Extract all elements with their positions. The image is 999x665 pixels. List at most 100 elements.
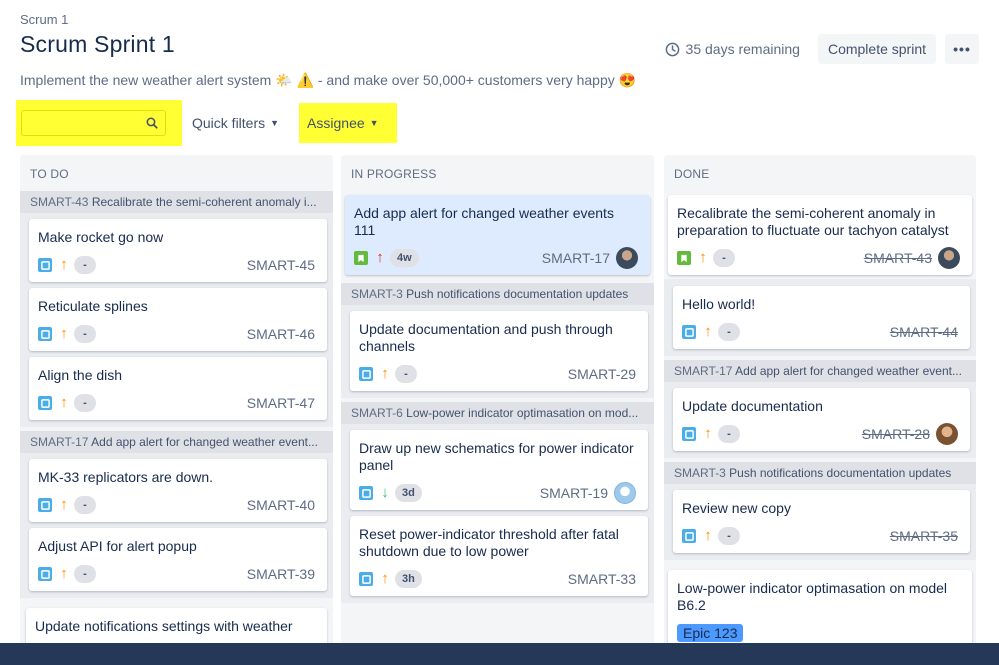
card-title: Review new copy bbox=[682, 500, 791, 516]
parent-issue-title: Low-power indicator optimasation on mod.… bbox=[406, 406, 639, 420]
task-icon bbox=[38, 498, 52, 512]
issue-key[interactable]: SMART-40 bbox=[247, 497, 315, 513]
issue-key[interactable]: SMART-35 bbox=[890, 528, 958, 544]
priority-high-icon: ↑ bbox=[60, 325, 68, 342]
breadcrumb-project[interactable]: Scrum 1 bbox=[20, 12, 979, 27]
card-meta: ↑ - SMART-46 bbox=[38, 325, 315, 343]
parent-issue-header[interactable]: SMART-3 Push notifications documentation… bbox=[341, 283, 654, 305]
issue-card[interactable]: Draw up new schematics for power indicat… bbox=[350, 430, 648, 510]
search-icon bbox=[146, 117, 158, 129]
swimlane-group: SMART-3 Push notifications documentation… bbox=[664, 462, 976, 560]
assignee-label: Assignee bbox=[307, 115, 365, 131]
card-meta: ↑ - SMART-29 bbox=[359, 365, 636, 383]
swimlane-group: SMART-17 Add app alert for changed weath… bbox=[20, 431, 333, 598]
estimate-badge: - bbox=[718, 527, 740, 545]
card-meta: ↑ - SMART-40 bbox=[38, 496, 315, 514]
parent-issue-header[interactable]: SMART-3 Push notifications documentation… bbox=[664, 462, 976, 484]
epic-label[interactable]: Epic 123 bbox=[677, 624, 744, 642]
card-title: MK-33 replicators are down. bbox=[38, 469, 214, 485]
card-title: Low-power indicator optimasation on mode… bbox=[677, 580, 948, 613]
issue-card[interactable]: Recalibrate the semi-coherent anomaly in… bbox=[668, 195, 972, 275]
priority-high-icon: ↑ bbox=[60, 394, 68, 411]
issue-key[interactable]: SMART-39 bbox=[247, 566, 315, 582]
estimate-badge: 3h bbox=[395, 570, 422, 588]
task-icon bbox=[682, 427, 696, 441]
card-title: Make rocket go now bbox=[38, 229, 164, 245]
issue-key[interactable]: SMART-46 bbox=[247, 326, 315, 342]
parent-issue-key: SMART-17 bbox=[30, 435, 89, 449]
priority-high-icon: ↑ bbox=[381, 570, 389, 587]
column-header: TO DO bbox=[30, 167, 69, 181]
chevron-down-icon: ▼ bbox=[369, 118, 379, 128]
card-meta: ↑ - SMART-45 bbox=[38, 256, 315, 274]
parent-issue-key: SMART-6 bbox=[351, 406, 403, 420]
issue-card[interactable]: Make rocket go now ↑ - SMART-45 bbox=[29, 219, 327, 282]
assignee-avatar[interactable] bbox=[616, 247, 638, 269]
task-icon bbox=[359, 486, 373, 500]
quick-filters-label: Quick filters bbox=[192, 115, 266, 131]
estimate-badge: - bbox=[74, 256, 96, 274]
issue-card[interactable]: Update documentation ↑ - SMART-28 bbox=[673, 388, 970, 451]
parent-issue-header[interactable]: SMART-43 Recalibrate the semi-coherent a… bbox=[20, 191, 333, 213]
priority-high-icon: ↑ bbox=[704, 527, 712, 544]
days-remaining-text: 35 days remaining bbox=[685, 41, 800, 57]
issue-card[interactable]: Reset power-indicator threshold after fa… bbox=[350, 516, 648, 596]
column-in-progress: IN PROGRESS Add app alert for changed we… bbox=[341, 155, 654, 665]
priority-high-icon: ↑ bbox=[704, 323, 712, 340]
search-input[interactable] bbox=[21, 110, 166, 136]
issue-key[interactable]: SMART-47 bbox=[247, 395, 315, 411]
parent-issue-key: SMART-17 bbox=[674, 364, 733, 378]
issue-card[interactable]: Add app alert for changed weather events… bbox=[345, 195, 650, 275]
priority-high-icon: ↑ bbox=[704, 425, 712, 442]
issue-card[interactable]: Reticulate splines ↑ - SMART-46 bbox=[29, 288, 327, 351]
header-actions: 35 days remaining Complete sprint ••• bbox=[665, 34, 979, 64]
assignee-dropdown[interactable]: Assignee ▼ bbox=[299, 103, 398, 143]
estimate-badge: - bbox=[74, 394, 96, 412]
parent-issue-header[interactable]: SMART-17 Add app alert for changed weath… bbox=[664, 360, 976, 382]
complete-sprint-button[interactable]: Complete sprint bbox=[817, 34, 936, 64]
card-meta: ↑ - SMART-35 bbox=[682, 527, 958, 545]
more-actions-button[interactable]: ••• bbox=[945, 34, 979, 64]
issue-card[interactable]: Adjust API for alert popup ↑ - SMART-39 bbox=[29, 528, 327, 591]
assignee-avatar[interactable] bbox=[936, 423, 958, 445]
issue-key[interactable]: SMART-29 bbox=[568, 366, 636, 382]
task-icon bbox=[682, 529, 696, 543]
swimlane-group: Hello world! ↑ - SMART-44 bbox=[664, 279, 976, 356]
column-todo: TO DO SMART-43 Recalibrate the semi-cohe… bbox=[20, 155, 333, 665]
card-meta: ↑ - SMART-43 bbox=[677, 247, 960, 269]
task-icon bbox=[38, 567, 52, 581]
issue-key[interactable]: SMART-33 bbox=[568, 571, 636, 587]
estimate-badge: - bbox=[74, 565, 96, 583]
issue-card[interactable]: Align the dish ↑ - SMART-47 bbox=[29, 357, 327, 420]
issue-key[interactable]: SMART-19 bbox=[540, 485, 608, 501]
issue-card[interactable]: Low-power indicator optimasation on mode… bbox=[668, 570, 972, 650]
search-highlight bbox=[16, 100, 182, 146]
issue-card[interactable]: Hello world! ↑ - SMART-44 bbox=[673, 286, 970, 349]
quick-filters-dropdown[interactable]: Quick filters ▼ bbox=[188, 115, 283, 131]
parent-issue-key: SMART-43 bbox=[30, 195, 89, 209]
card-title: Add app alert for changed weather events… bbox=[354, 205, 614, 238]
task-icon bbox=[682, 325, 696, 339]
swimlane-group: SMART-6 Low-power indicator optimasation… bbox=[341, 402, 654, 603]
issue-card[interactable]: Review new copy ↑ - SMART-35 bbox=[673, 490, 970, 553]
parent-issue-title: Push notifications documentation updates bbox=[729, 466, 952, 480]
issue-key[interactable]: SMART-45 bbox=[247, 257, 315, 273]
clock-icon bbox=[665, 42, 679, 56]
column-done: DONE Recalibrate the semi-coherent anoma… bbox=[664, 155, 976, 665]
issue-key[interactable]: SMART-28 bbox=[862, 426, 930, 442]
card-meta: ↑ 4w SMART-17 bbox=[354, 247, 638, 269]
issue-card[interactable]: MK-33 replicators are down. ↑ - SMART-40 bbox=[29, 459, 327, 522]
estimate-badge: - bbox=[395, 365, 417, 383]
parent-issue-header[interactable]: SMART-17 Add app alert for changed weath… bbox=[20, 431, 333, 453]
card-title: Align the dish bbox=[38, 367, 123, 383]
issue-key[interactable]: SMART-44 bbox=[890, 324, 958, 340]
issue-key[interactable]: SMART-43 bbox=[864, 250, 932, 266]
story-icon bbox=[677, 251, 691, 265]
issue-key[interactable]: SMART-17 bbox=[542, 250, 610, 266]
parent-issue-header[interactable]: SMART-6 Low-power indicator optimasation… bbox=[341, 402, 654, 424]
column-header: IN PROGRESS bbox=[351, 167, 437, 181]
assignee-avatar[interactable] bbox=[614, 482, 636, 504]
issue-card[interactable]: Update documentation and push through ch… bbox=[350, 311, 648, 391]
assignee-avatar[interactable] bbox=[938, 247, 960, 269]
estimate-badge: 3d bbox=[395, 484, 422, 502]
